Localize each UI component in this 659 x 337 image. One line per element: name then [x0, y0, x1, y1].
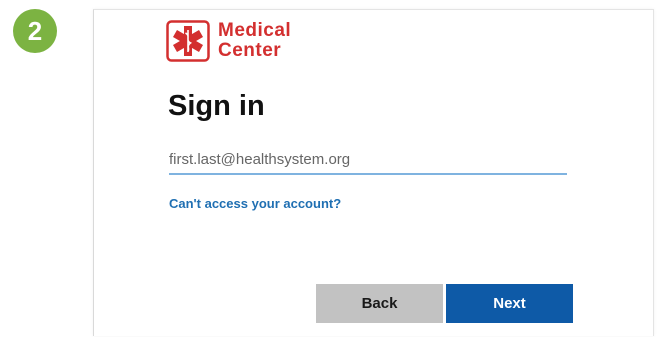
email-field[interactable]	[169, 145, 567, 175]
step-number-badge: 2	[13, 9, 57, 53]
logo-line-1: Medical	[218, 20, 292, 41]
page-title: Sign in	[168, 90, 265, 122]
back-button[interactable]: Back	[316, 284, 443, 323]
next-button[interactable]: Next	[446, 284, 573, 323]
star-of-life-icon	[166, 20, 210, 62]
medical-center-logo: Medical Center	[166, 20, 291, 62]
cant-access-account-link[interactable]: Can't access your account?	[169, 196, 341, 211]
logo-line-2: Center	[218, 40, 282, 61]
sign-in-panel: Medical Center Sign in Can't access your…	[93, 9, 654, 336]
step-number: 2	[27, 15, 43, 46]
logo-wordmark: Medical Center	[218, 21, 291, 61]
